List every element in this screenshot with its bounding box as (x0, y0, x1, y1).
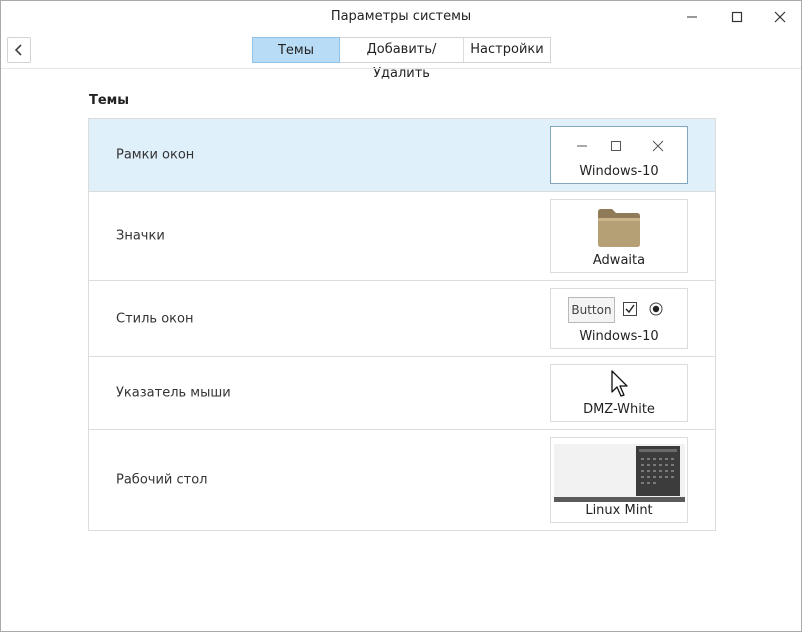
chevron-left-icon (14, 44, 22, 56)
themes-list: Рамки окон Windows-10 Значки Adwaita Сти… (88, 118, 716, 531)
preview-name: Windows-10 (579, 329, 659, 344)
row-desktop[interactable]: Рабочий стол Linux Mint (89, 430, 715, 530)
desktop-thumbnail (554, 444, 685, 502)
tab-add-remove[interactable]: Добавить/Удалить (340, 38, 464, 81)
back-button[interactable] (7, 37, 31, 63)
calendar-widget (636, 446, 680, 496)
row-icons[interactable]: Значки Adwaita (89, 192, 715, 281)
row-label: Значки (116, 228, 165, 244)
desktop-preview[interactable]: Linux Mint (550, 437, 688, 523)
radio-icon (649, 302, 663, 316)
close-button[interactable] (764, 5, 796, 29)
row-label: Рамки окон (116, 147, 195, 163)
preview-name: Linux Mint (585, 503, 653, 518)
preview-name: DMZ-White (583, 402, 655, 417)
window-controls-preview-icon (577, 140, 664, 152)
row-label: Указатель мыши (116, 385, 231, 401)
close-icon (774, 11, 786, 23)
row-window-style[interactable]: Стиль окон Button Windows-10 (89, 281, 715, 357)
icons-preview[interactable]: Adwaita (550, 199, 688, 273)
row-mouse-pointer[interactable]: Указатель мыши DMZ-White (89, 357, 715, 430)
tab-settings[interactable]: Настройки (464, 38, 550, 62)
tab-themes[interactable]: Темы (252, 37, 340, 63)
title-bar: Параметры системы (1, 1, 801, 33)
checkbox-icon (623, 302, 637, 316)
window-borders-preview[interactable]: Windows-10 (550, 126, 688, 184)
tab-bar: Темы Добавить/Удалить Настройки (252, 37, 551, 81)
preview-name: Windows-10 (579, 164, 659, 179)
desktop-panel (554, 497, 685, 502)
row-window-borders[interactable]: Рамки окон Windows-10 (89, 119, 715, 192)
minimize-button[interactable] (676, 5, 708, 29)
section-title: Темы (89, 93, 130, 108)
folder-icon (598, 209, 640, 247)
pointer-preview[interactable]: DMZ-White (550, 364, 688, 422)
row-label: Стиль окон (116, 311, 194, 326)
minimize-icon (687, 16, 697, 18)
sample-button: Button (568, 297, 615, 323)
calendar-grid-icon (639, 449, 677, 484)
settings-window: Параметры системы Темы Добавить/Удалить … (0, 0, 802, 632)
header-divider (1, 68, 801, 69)
row-label: Рабочий стол (116, 472, 208, 488)
preview-name: Adwaita (592, 253, 646, 268)
window-style-preview[interactable]: Button Windows-10 (550, 288, 688, 349)
mouse-pointer-icon (611, 370, 628, 397)
maximize-button[interactable] (721, 5, 753, 29)
maximize-icon (731, 11, 743, 23)
